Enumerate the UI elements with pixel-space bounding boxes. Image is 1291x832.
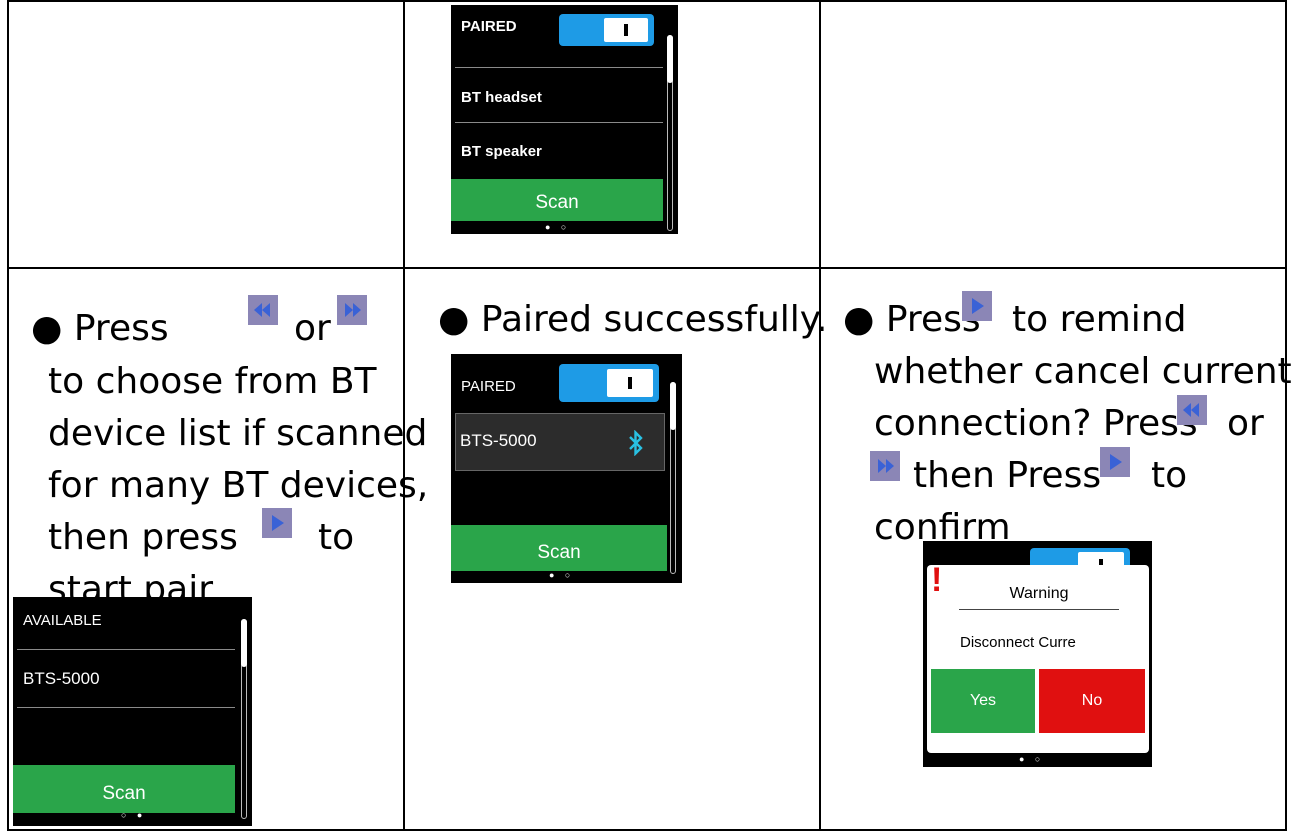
scan-button[interactable]: Scan: [451, 179, 663, 221]
rewind-icon: [248, 295, 278, 325]
left-line1-a: ● Press: [31, 308, 169, 349]
separator: [17, 707, 235, 708]
warning-dialog-screen: ! Warning Disconnect Curre Yes No ● ○: [923, 541, 1152, 767]
bluetooth-icon: [629, 430, 643, 456]
table-border-mid: [7, 267, 1287, 269]
separator: [17, 649, 235, 650]
paired-label: PAIRED: [461, 378, 516, 395]
toggle-knob: [607, 369, 653, 397]
right-line2: whether cancel current: [874, 351, 1291, 392]
left-line5-a: then press: [48, 517, 238, 558]
right-line3-a: connection? Press: [874, 403, 1198, 444]
right-line4-a: then Press: [913, 455, 1102, 496]
table-border-right: [1285, 0, 1287, 831]
play-icon: [1100, 447, 1130, 477]
paired-toggle[interactable]: [559, 364, 659, 402]
play-icon: [962, 291, 992, 321]
right-line1-b: to remind: [1012, 299, 1187, 340]
scrollbar-thumb[interactable]: [667, 35, 673, 83]
toggle-knob: [604, 18, 648, 42]
title-underline: [959, 609, 1119, 610]
play-icon: [262, 508, 292, 538]
table-border-left: [7, 0, 9, 831]
left-line5-b: to: [318, 517, 355, 558]
table-border-top: [7, 0, 1287, 2]
left-line1-b: or: [294, 308, 331, 349]
device-name: BTS-5000: [460, 431, 537, 450]
separator: [455, 67, 663, 68]
warning-exclamation-icon: !: [931, 561, 943, 599]
middle-text: ● Paired successfully.: [438, 299, 828, 340]
available-device-screen: AVAILABLE BTS-5000 Scan ○ ●: [13, 597, 252, 826]
device-item-1[interactable]: BT headset: [461, 89, 542, 106]
yes-button[interactable]: Yes: [931, 669, 1035, 733]
separator: [455, 122, 663, 123]
page-indicator: ● ○: [549, 570, 575, 580]
left-line2: to choose from BT: [48, 361, 377, 402]
paired-label: PAIRED: [461, 18, 517, 35]
scan-button[interactable]: Scan: [451, 525, 667, 571]
table-border-bottom: [7, 829, 1287, 831]
rewind-icon: [1177, 395, 1207, 425]
right-line3-b: or: [1227, 403, 1264, 444]
device-item-2[interactable]: BT speaker: [461, 143, 542, 160]
scan-button[interactable]: Scan: [13, 765, 235, 813]
fast-forward-icon: [870, 451, 900, 481]
scrollbar-thumb[interactable]: [670, 382, 676, 430]
page-indicator: ● ○: [1019, 754, 1045, 764]
no-button[interactable]: No: [1039, 669, 1145, 733]
right-line4-b: to: [1151, 455, 1188, 496]
left-line4: for many BT devices,: [48, 465, 429, 506]
device-item-bts5000[interactable]: BTS-5000: [23, 669, 100, 689]
device-item-bts5000[interactable]: BTS-5000: [455, 413, 665, 471]
paired-success-screen: PAIRED BTS-5000 Scan ● ○: [451, 354, 682, 583]
available-label: AVAILABLE: [23, 612, 102, 629]
dialog-title: Warning: [1009, 585, 1069, 602]
top-device-screen: PAIRED BT headset BT speaker Scan ● ○: [451, 5, 678, 234]
left-line3: device list if scanned: [48, 413, 428, 454]
page-indicator: ● ○: [545, 222, 571, 232]
page-indicator: ○ ●: [121, 810, 147, 820]
scrollbar-thumb[interactable]: [241, 619, 247, 667]
dialog-message: Disconnect Curre: [960, 634, 1076, 651]
right-line1-a: ● Press: [843, 299, 981, 340]
table-border-col2: [819, 0, 821, 831]
warning-dialog: ! Warning Disconnect Curre Yes No: [927, 561, 1149, 753]
fast-forward-icon: [337, 295, 367, 325]
paired-toggle[interactable]: [559, 14, 654, 46]
